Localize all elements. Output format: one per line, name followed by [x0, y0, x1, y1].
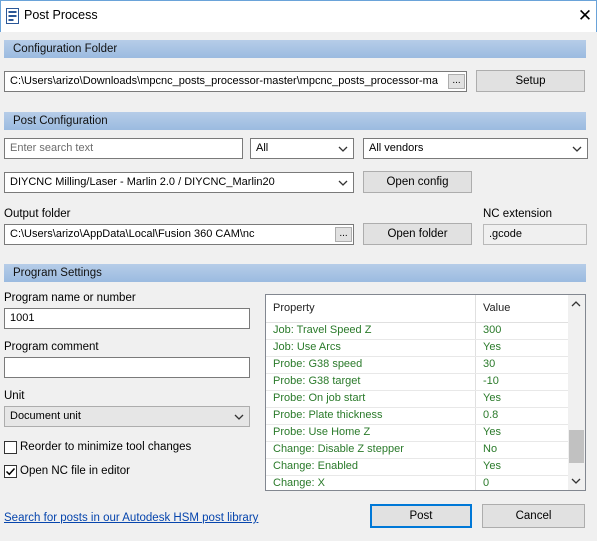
config-folder-browse-button[interactable]: ... — [448, 74, 465, 89]
post-processor-select[interactable]: DIYCNC Milling/Laser - Marlin 2.0 / DIYC… — [4, 172, 354, 193]
checkmark-icon — [5, 467, 16, 476]
reorder-label: Reorder to minimize tool changes — [20, 441, 192, 453]
property-value[interactable]: 0 — [483, 477, 489, 489]
configuration-folder-field[interactable]: C:\Users\arizo\Downloads\mpcnc_posts_pro… — [4, 71, 467, 92]
section-configuration-folder: Configuration Folder — [4, 40, 586, 58]
program-comment-input[interactable] — [4, 357, 250, 378]
property-value[interactable]: Yes — [483, 460, 501, 472]
search-input[interactable]: Enter search text — [4, 138, 243, 159]
property-name: Probe: G38 target — [273, 375, 361, 387]
window-title: Post Process — [24, 8, 98, 22]
scroll-up-icon[interactable] — [571, 300, 581, 308]
chevron-down-icon — [572, 146, 582, 152]
table-row[interactable]: Probe: G38 target -10 — [266, 373, 568, 391]
category-filter-select[interactable]: All — [250, 138, 354, 159]
output-folder-browse-button[interactable]: ... — [335, 227, 352, 242]
table-row[interactable]: Probe: Use Home Z Yes — [266, 424, 568, 442]
program-name-input[interactable]: 1001 — [4, 308, 250, 329]
property-value[interactable]: No — [483, 443, 497, 455]
section-program-settings: Program Settings — [4, 264, 586, 282]
unit-select[interactable]: Document unit — [4, 406, 250, 427]
output-folder-label: Output folder — [4, 208, 71, 220]
property-value[interactable]: 300 — [483, 324, 501, 336]
property-name: Job: Use Arcs — [273, 341, 341, 353]
scrollbar-thumb[interactable] — [569, 430, 584, 463]
open-nc-label: Open NC file in editor — [20, 465, 130, 477]
property-name: Probe: Plate thickness — [273, 409, 383, 421]
property-name: Change: Disable Z stepper — [273, 443, 404, 455]
properties-table[interactable]: Property Value Job: Travel Speed Z 300 Job… — [265, 294, 586, 491]
open-config-button[interactable]: Open config — [363, 171, 472, 193]
property-value[interactable]: -10 — [483, 375, 499, 387]
setup-button[interactable]: Setup — [476, 70, 585, 92]
table-row[interactable]: Probe: On job start Yes — [266, 390, 568, 408]
post-library-link[interactable]: Search for posts in our Autodesk HSM pos… — [4, 512, 258, 524]
property-value[interactable]: 0.8 — [483, 409, 498, 421]
search-placeholder: Enter search text — [10, 142, 94, 154]
value-column-header: Value — [483, 302, 511, 314]
section-post-configuration: Post Configuration — [4, 112, 586, 130]
program-name-label: Program name or number — [4, 292, 136, 304]
post-processor-value: DIYCNC Milling/Laser - Marlin 2.0 / DIYC… — [10, 176, 275, 188]
table-row[interactable]: Change: Enabled Yes — [266, 458, 568, 476]
output-folder-field[interactable]: C:\Users\arizo\AppData\Local\Fusion 360 … — [4, 224, 354, 245]
property-name: Change: Enabled — [273, 460, 359, 472]
property-value[interactable]: 30 — [483, 358, 495, 370]
open-nc-checkbox[interactable] — [4, 465, 17, 478]
nc-extension-field[interactable]: .gcode — [483, 224, 587, 245]
property-value[interactable]: Yes — [483, 392, 501, 404]
unit-label: Unit — [4, 390, 25, 402]
table-row[interactable]: Probe: Plate thickness 0.8 — [266, 407, 568, 425]
properties-table-header: Property Value — [266, 295, 568, 323]
property-name: Probe: G38 speed — [273, 358, 363, 370]
open-folder-button[interactable]: Open folder — [363, 223, 472, 245]
table-row[interactable]: Probe: G38 speed 30 — [266, 356, 568, 374]
vendor-filter-select[interactable]: All vendors — [363, 138, 588, 159]
category-filter-value: All — [256, 142, 269, 154]
program-comment-label: Program comment — [4, 341, 99, 353]
unit-value: Document unit — [10, 410, 81, 422]
chevron-down-icon — [338, 146, 348, 152]
chevron-down-icon — [234, 414, 244, 420]
chevron-down-icon — [338, 180, 348, 186]
property-name: Job: Travel Speed Z — [273, 324, 372, 336]
app-icon — [6, 8, 19, 24]
property-name: Probe: On job start — [273, 392, 366, 404]
reorder-checkbox[interactable] — [4, 441, 17, 454]
property-name: Probe: Use Home Z — [273, 426, 371, 438]
property-column-header: Property — [273, 302, 315, 314]
nc-extension-label: NC extension — [483, 208, 553, 220]
scroll-down-icon[interactable] — [571, 477, 581, 485]
table-row[interactable]: Job: Travel Speed Z 300 — [266, 322, 568, 340]
table-row[interactable]: Change: Disable Z stepper No — [266, 441, 568, 459]
table-row[interactable]: Change: X 0 — [266, 475, 568, 490]
property-value[interactable]: Yes — [483, 426, 501, 438]
properties-scrollbar[interactable] — [568, 295, 585, 490]
property-name: Change: X — [273, 477, 325, 489]
post-button[interactable]: Post — [370, 504, 472, 528]
close-icon[interactable]: ✕ — [574, 5, 596, 27]
table-row[interactable]: Job: Use Arcs Yes — [266, 339, 568, 357]
vendor-filter-value: All vendors — [369, 142, 424, 154]
property-value[interactable]: Yes — [483, 341, 501, 353]
cancel-button[interactable]: Cancel — [482, 504, 585, 528]
